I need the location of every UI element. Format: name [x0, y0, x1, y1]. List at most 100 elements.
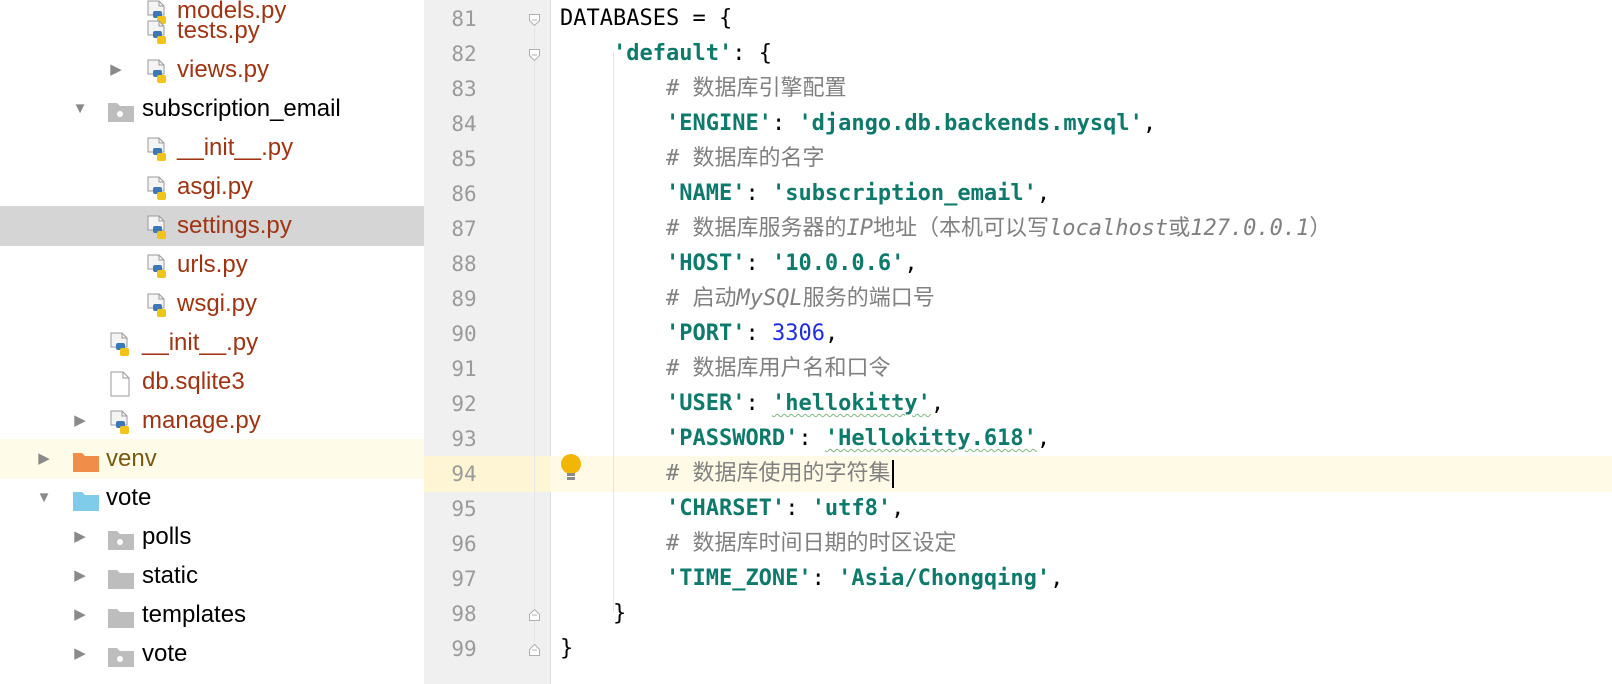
python-file-icon — [144, 214, 170, 239]
collapse-arrow-icon[interactable]: ▶ — [70, 517, 90, 557]
line-number: 82 — [451, 42, 477, 66]
code-line[interactable]: 93 'PASSWORD': 'Hellokitty.618', — [424, 421, 1612, 457]
collapse-arrow-icon[interactable]: ▶ — [70, 595, 90, 635]
code-text: # 启动MySQL服务的端口号 — [560, 281, 935, 317]
code-text: } — [560, 596, 626, 632]
python-file-icon — [144, 58, 170, 83]
code-token: 'subscription_email' — [771, 181, 1037, 206]
tree-item[interactable]: __init__.py — [0, 323, 424, 363]
gutter-cell[interactable]: 92 — [424, 386, 550, 422]
collapse-arrow-icon[interactable]: ▶ — [70, 556, 90, 596]
code-text: 'USER': 'hellokitty', — [560, 386, 944, 422]
fold-open-icon[interactable] — [529, 13, 540, 27]
code-line[interactable]: 91 # 数据库用户名和口令 — [424, 351, 1612, 387]
code-token: # 数据库使用的字符集 — [560, 461, 891, 486]
collapse-arrow-icon[interactable]: ▶ — [70, 401, 90, 441]
code-line[interactable]: 98 } — [424, 596, 1612, 632]
code-line[interactable]: 84 'ENGINE': 'django.db.backends.mysql', — [424, 106, 1612, 142]
code-token: } — [560, 636, 574, 661]
tree-item[interactable]: asgi.py — [0, 167, 424, 207]
code-line[interactable]: 82 'default': { — [424, 36, 1612, 72]
gutter-cell[interactable]: 90 — [424, 316, 550, 352]
expand-arrow-icon[interactable]: ▼ — [70, 89, 90, 129]
code-token: 'HOST' — [665, 251, 746, 276]
code-token: : — [745, 181, 772, 206]
collapse-arrow-icon[interactable]: ▶ — [106, 50, 126, 90]
code-token: , — [1142, 111, 1157, 136]
tree-item[interactable]: ▶ views.py — [0, 50, 424, 90]
gutter-cell[interactable]: 84 — [424, 106, 550, 142]
gutter-cell[interactable]: 83 — [424, 71, 550, 107]
code-token: # 数据库服务器的 — [560, 216, 847, 241]
code-text: 'PASSWORD': 'Hellokitty.618', — [560, 421, 1050, 457]
gutter-cell[interactable]: 87 — [424, 211, 550, 247]
gutter-cell[interactable]: 95 — [424, 491, 550, 527]
tree-item[interactable]: ▶ venv — [0, 439, 424, 479]
tree-item[interactable]: ▶ polls — [0, 517, 424, 557]
code-line[interactable]: 95 'CHARSET': 'utf8', — [424, 491, 1612, 527]
gutter-cell[interactable]: 94 — [424, 456, 550, 492]
package-folder-icon — [107, 97, 134, 122]
code-line[interactable]: 96 # 数据库时间日期的时区设定 — [424, 526, 1612, 562]
collapse-arrow-icon[interactable]: ▶ — [70, 634, 90, 674]
code-line[interactable]: 87 # 数据库服务器的IP地址（本机可以写localhost或127.0.0.… — [424, 211, 1612, 247]
gutter-cell[interactable]: 86 — [424, 176, 550, 212]
gutter-cell[interactable]: 88 — [424, 246, 550, 282]
gutter-cell[interactable]: 91 — [424, 351, 550, 387]
tree-item[interactable]: settings.py — [0, 206, 424, 246]
code-token: 'PORT' — [665, 321, 746, 346]
code-token: ） — [1309, 216, 1332, 241]
code-line[interactable]: 92 'USER': 'hellokitty', — [424, 386, 1612, 422]
gutter-cell[interactable]: 85 — [424, 141, 550, 177]
expand-arrow-icon[interactable]: ▼ — [34, 478, 54, 518]
code-text: # 数据库的名字 — [560, 141, 825, 177]
code-line[interactable]: 85 # 数据库的名字 — [424, 141, 1612, 177]
code-line[interactable]: 90 'PORT': 3306, — [424, 316, 1612, 352]
code-line[interactable]: 94 # 数据库使用的字符集 — [424, 456, 1612, 492]
code-line[interactable]: 83 # 数据库引擎配置 — [424, 71, 1612, 107]
gutter-cell[interactable]: 96 — [424, 526, 550, 562]
code-line[interactable]: 89 # 启动MySQL服务的端口号 — [424, 281, 1612, 317]
code-token: 127.0.0.1 — [1190, 216, 1310, 241]
fold-close-icon[interactable] — [529, 608, 540, 621]
tree-item[interactable]: ▶ manage.py — [0, 401, 424, 441]
line-number: 81 — [451, 7, 477, 31]
tree-item[interactable]: wsgi.py — [0, 284, 424, 324]
fold-open-icon[interactable] — [529, 48, 540, 62]
code-token: 'Asia/Chongqing' — [838, 566, 1051, 591]
code-token: 'CHARSET' — [665, 496, 786, 521]
code-line[interactable]: 86 'NAME': 'subscription_email', — [424, 176, 1612, 212]
tree-item[interactable]: db.sqlite3 — [0, 362, 424, 402]
code-line[interactable]: 81 DATABASES = { — [424, 1, 1612, 37]
tree-item[interactable]: __init__.py — [0, 128, 424, 168]
collapse-arrow-icon[interactable]: ▶ — [34, 439, 54, 479]
code-token: 'django.db.backends.mysql' — [798, 111, 1143, 136]
code-line[interactable]: 99} — [424, 631, 1612, 667]
tree-item-label: __init__.py — [177, 134, 294, 161]
tree-item[interactable]: ▶ static — [0, 556, 424, 596]
gutter-cell[interactable]: 93 — [424, 421, 550, 457]
project-tree[interactable]: models.py tests.py ▶ views.py ▼ subscription_… — [0, 0, 424, 684]
tree-item-label: asgi.py — [177, 173, 254, 200]
tree-item[interactable]: ▼ subscription_email — [0, 89, 424, 129]
code-text: 'TIME_ZONE': 'Asia/Chongqing', — [560, 561, 1063, 597]
lightbulb-icon[interactable] — [558, 453, 584, 483]
fold-close-icon[interactable] — [529, 643, 540, 656]
code-token: # 数据库引擎配置 — [560, 76, 847, 101]
code-line[interactable]: 97 'TIME_ZONE': 'Asia/Chongqing', — [424, 561, 1612, 597]
tree-item[interactable]: tests.py — [0, 11, 424, 51]
code-editor[interactable]: 81 DATABASES = {82 'default': {83 # 数据库引擎… — [424, 0, 1612, 684]
gutter-cell[interactable]: 97 — [424, 561, 550, 597]
source-folder-icon — [72, 486, 99, 511]
code-token: # 数据库用户名和口令 — [560, 356, 891, 381]
tree-item[interactable]: urls.py — [0, 245, 424, 285]
tree-item[interactable]: ▶ templates — [0, 595, 424, 635]
code-token: , — [824, 321, 839, 346]
tree-item[interactable]: ▼ vote — [0, 478, 424, 518]
code-line[interactable]: 88 'HOST': '10.0.0.6', — [424, 246, 1612, 282]
code-text: 'default': { — [560, 36, 772, 72]
tree-item[interactable]: ▶ vote — [0, 634, 424, 674]
code-token: 或 — [1168, 216, 1191, 241]
gutter-cell[interactable]: 89 — [424, 281, 550, 317]
code-token: , — [1036, 181, 1051, 206]
